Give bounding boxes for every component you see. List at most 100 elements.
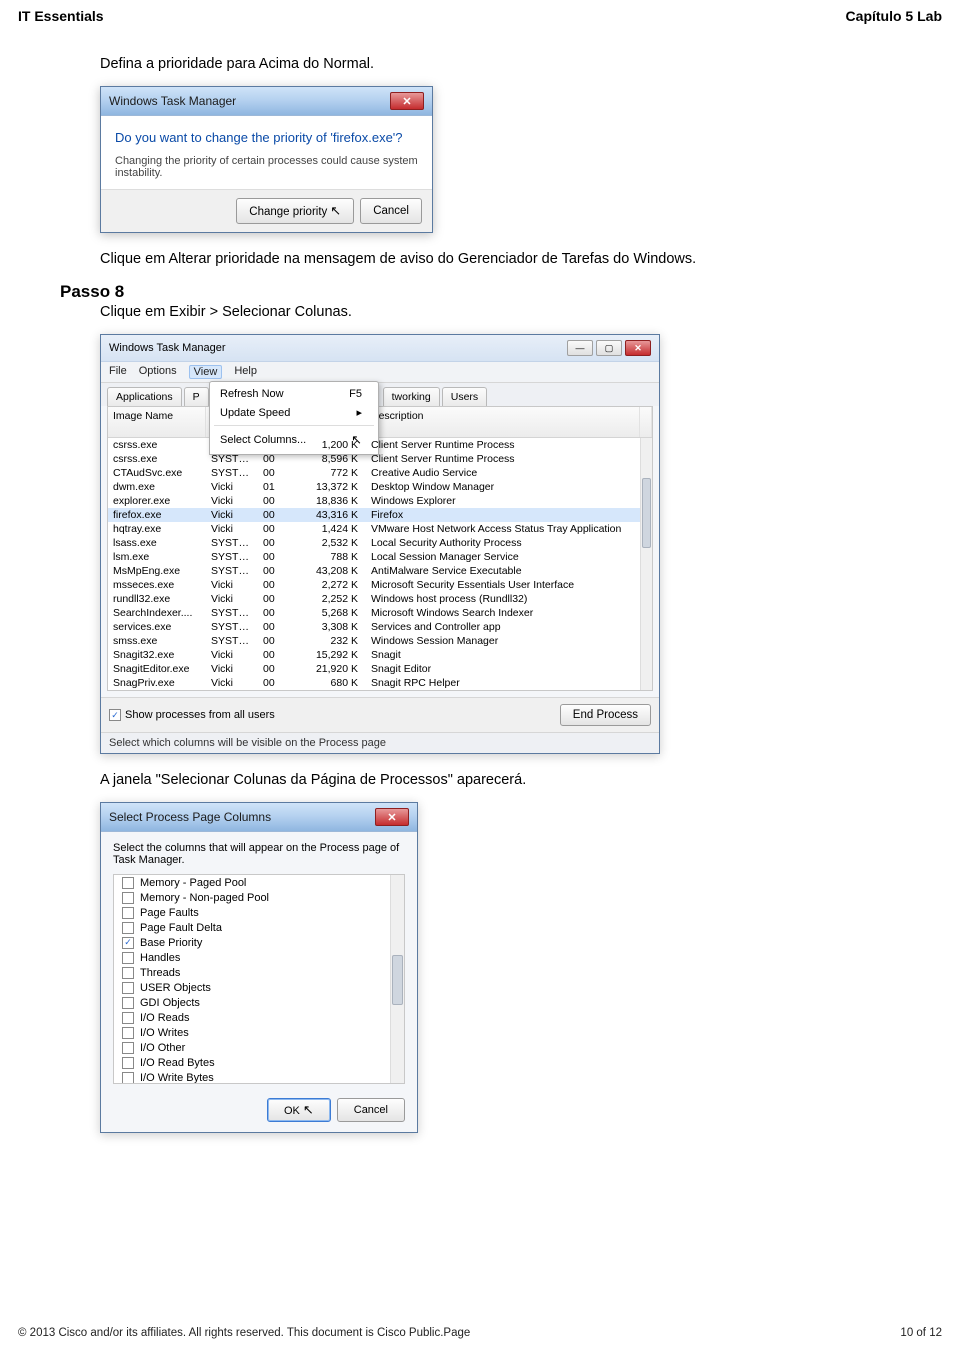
table-row[interactable]: hqtray.exeVicki001,424 KVMware Host Netw…: [108, 522, 652, 536]
table-row[interactable]: dwm.exeVicki0113,372 KDesktop Window Man…: [108, 480, 652, 494]
checkbox-icon: [122, 1027, 134, 1039]
after-tm-text: A janela "Selecionar Colunas da Página d…: [100, 772, 900, 788]
scrollbar[interactable]: [390, 875, 404, 1083]
list-item-label: Threads: [140, 967, 180, 979]
close-icon[interactable]: ✕: [390, 92, 424, 110]
intro-text: Defina a prioridade para Acima do Normal…: [100, 56, 900, 72]
table-row[interactable]: SearchIndexer....SYSTEM005,268 KMicrosof…: [108, 606, 652, 620]
menu-speed-label: Update Speed: [220, 407, 290, 419]
sc-titlebar: Select Process Page Columns ✕: [101, 803, 417, 832]
list-item[interactable]: I/O Reads: [114, 1010, 404, 1025]
dialog-warning: Changing the priority of certain process…: [101, 149, 432, 189]
menu-file[interactable]: File: [109, 365, 127, 379]
menu-options[interactable]: Options: [139, 365, 177, 379]
menu-help[interactable]: Help: [234, 365, 257, 379]
list-item[interactable]: ✓Base Priority: [114, 935, 404, 950]
checkbox-icon: [122, 1012, 134, 1024]
scrollbar-thumb[interactable]: [392, 955, 403, 1005]
menu-refresh-label: Refresh Now: [220, 388, 284, 400]
show-all-users-checkbox[interactable]: ✓ Show processes from all users: [109, 709, 275, 721]
tab-applications[interactable]: Applications: [107, 387, 182, 406]
close-icon[interactable]: ✕: [625, 340, 651, 356]
close-icon[interactable]: ✕: [375, 808, 409, 826]
change-priority-label: Change priority: [249, 206, 327, 218]
ok-button[interactable]: OK↖: [267, 1098, 331, 1122]
list-item[interactable]: I/O Read Bytes: [114, 1055, 404, 1070]
list-item[interactable]: USER Objects: [114, 980, 404, 995]
list-item-label: I/O Reads: [140, 1012, 190, 1024]
end-process-button[interactable]: End Process: [560, 704, 651, 726]
tm-tabs: Applications P tworking Users: [101, 383, 659, 406]
col-image-name[interactable]: Image Name: [108, 407, 206, 437]
table-row[interactable]: lsass.exeSYSTEM002,532 KLocal Security A…: [108, 536, 652, 550]
cancel-button[interactable]: Cancel: [337, 1098, 405, 1122]
cancel-button[interactable]: Cancel: [360, 198, 422, 224]
sc-description: Select the columns that will appear on t…: [113, 842, 405, 866]
list-item[interactable]: I/O Other: [114, 1040, 404, 1055]
step-8-label: Passo 8: [60, 281, 124, 302]
dialog-title: Windows Task Manager: [109, 94, 236, 108]
menu-refresh-now[interactable]: Refresh Now F5: [210, 385, 378, 403]
table-row[interactable]: csrss.exeSYSTEM008,596 KClient Server Ru…: [108, 452, 652, 466]
list-item[interactable]: Page Faults: [114, 905, 404, 920]
maximize-icon[interactable]: ▢: [596, 340, 622, 356]
list-item[interactable]: Handles: [114, 950, 404, 965]
tm-process-pane: Image Name rivate Working Set) Descripti…: [107, 406, 653, 691]
list-item-label: Memory - Paged Pool: [140, 877, 246, 889]
list-item[interactable]: GDI Objects: [114, 995, 404, 1010]
list-item[interactable]: Page Fault Delta: [114, 920, 404, 935]
table-row[interactable]: SnagitEditor.exeVicki0021,920 KSnagit Ed…: [108, 662, 652, 676]
table-row[interactable]: msseces.exeVicki002,272 KMicrosoft Secur…: [108, 578, 652, 592]
list-item[interactable]: I/O Write Bytes: [114, 1070, 404, 1084]
tm-menubar: File Options View Help: [101, 362, 659, 383]
list-item[interactable]: I/O Writes: [114, 1025, 404, 1040]
page-footer: © 2013 Cisco and/or its affiliates. All …: [0, 1327, 960, 1339]
list-item[interactable]: Memory - Paged Pool: [114, 875, 404, 890]
scrollbar-thumb[interactable]: [642, 478, 651, 548]
checkbox-icon: [122, 982, 134, 994]
show-all-label: Show processes from all users: [125, 709, 275, 721]
menu-view[interactable]: View: [189, 365, 223, 379]
table-row[interactable]: csrss.exe1,200 KClient Server Runtime Pr…: [108, 438, 652, 452]
tm-title-text: Windows Task Manager: [109, 342, 226, 354]
page-header: IT Essentials Capítulo 5 Lab: [0, 0, 960, 28]
checkbox-icon: [122, 892, 134, 904]
table-row[interactable]: firefox.exeVicki0043,316 KFirefox: [108, 508, 652, 522]
list-item-label: USER Objects: [140, 982, 211, 994]
tab-processes-partial[interactable]: P: [184, 387, 209, 406]
tab-networking-partial[interactable]: tworking: [383, 387, 440, 406]
cursor-icon: ↖: [330, 203, 341, 218]
checkbox-icon: [122, 997, 134, 1009]
list-item[interactable]: Threads: [114, 965, 404, 980]
tab-users[interactable]: Users: [442, 387, 487, 406]
footer-left: © 2013 Cisco and/or its affiliates. All …: [18, 1327, 470, 1339]
checkbox-icon: [122, 952, 134, 964]
checkbox-icon: ✓: [122, 937, 134, 949]
list-item-label: Memory - Non-paged Pool: [140, 892, 269, 904]
list-item[interactable]: Memory - Non-paged Pool: [114, 890, 404, 905]
change-priority-dialog: Windows Task Manager ✕ Do you want to ch…: [100, 86, 433, 233]
scrollbar[interactable]: [640, 438, 652, 690]
dialog-question: Do you want to change the priority of 'f…: [101, 116, 432, 149]
table-row[interactable]: explorer.exeVicki0018,836 KWindows Explo…: [108, 494, 652, 508]
change-priority-button[interactable]: Change priority↖: [236, 198, 354, 224]
checkbox-icon: [122, 1042, 134, 1054]
table-row[interactable]: rundll32.exeVicki002,252 KWindows host p…: [108, 592, 652, 606]
table-row[interactable]: CTAudSvc.exeSYSTEM00772 KCreative Audio …: [108, 466, 652, 480]
menu-refresh-key: F5: [349, 388, 362, 400]
table-row[interactable]: smss.exeSYSTEM00232 KWindows Session Man…: [108, 634, 652, 648]
minimize-icon[interactable]: —: [567, 340, 593, 356]
table-row[interactable]: Snagit32.exeVicki0015,292 KSnagit: [108, 648, 652, 662]
menu-update-speed[interactable]: Update Speed ▸: [210, 403, 378, 422]
tm-process-list[interactable]: csrss.exe1,200 KClient Server Runtime Pr…: [108, 438, 652, 690]
table-row[interactable]: SnagPriv.exeVicki00680 KSnagit RPC Helpe…: [108, 676, 652, 690]
ok-label: OK: [284, 1105, 300, 1117]
table-row[interactable]: MsMpEng.exeSYSTEM0043,208 KAntiMalware S…: [108, 564, 652, 578]
table-row[interactable]: services.exeSYSTEM003,308 KServices and …: [108, 620, 652, 634]
table-row[interactable]: lsm.exeSYSTEM00788 KLocal Session Manage…: [108, 550, 652, 564]
col-description[interactable]: Description: [366, 407, 640, 437]
tm-columns-header: Image Name rivate Working Set) Descripti…: [108, 407, 652, 438]
list-item-label: I/O Read Bytes: [140, 1057, 215, 1069]
tm-titlebar: Windows Task Manager — ▢ ✕: [101, 335, 659, 362]
sc-columns-list[interactable]: Memory - Paged Pool Memory - Non-paged Po…: [113, 874, 405, 1084]
